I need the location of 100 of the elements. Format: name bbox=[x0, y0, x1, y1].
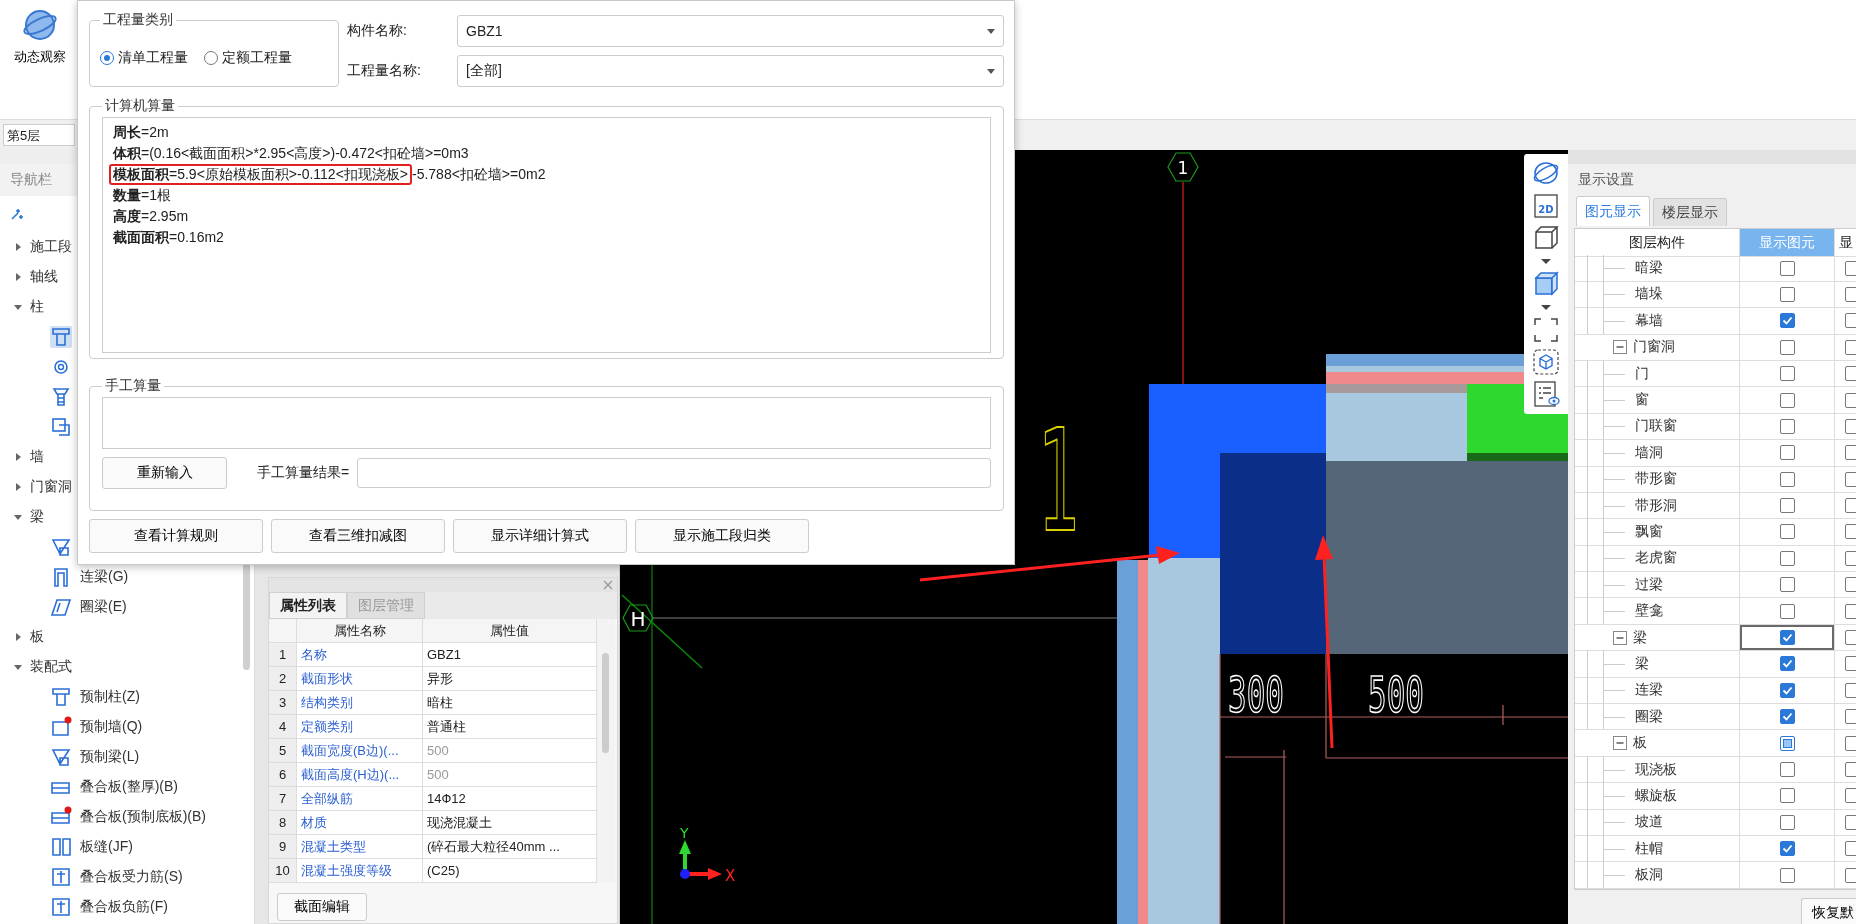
tree-label[interactable]: 连梁 bbox=[1575, 681, 1663, 700]
checkbox[interactable] bbox=[1779, 313, 1795, 329]
checkbox[interactable] bbox=[1779, 867, 1795, 883]
checkbox[interactable] bbox=[1845, 339, 1856, 355]
checkbox[interactable] bbox=[1779, 392, 1795, 408]
tree-label[interactable]: 坡道 bbox=[1575, 813, 1663, 832]
checkbox[interactable] bbox=[1845, 286, 1856, 302]
checkbox[interactable] bbox=[1845, 630, 1856, 646]
tree-label[interactable]: 现浇板 bbox=[1575, 760, 1677, 779]
parallelogram-icon[interactable] bbox=[50, 596, 72, 618]
checkbox[interactable] bbox=[1845, 682, 1856, 698]
checkbox[interactable] bbox=[1845, 550, 1856, 566]
tree-label[interactable]: 叠合板受力筋(S) bbox=[80, 868, 183, 886]
column-cap-icon[interactable] bbox=[50, 386, 72, 408]
checkbox[interactable] bbox=[1779, 630, 1795, 646]
checkbox[interactable] bbox=[1779, 656, 1795, 672]
orbit-view-button[interactable]: 动态观察 bbox=[10, 8, 70, 72]
checkbox[interactable] bbox=[1779, 709, 1795, 725]
radio-label[interactable]: 清单工程量 bbox=[118, 48, 188, 67]
tree-label[interactable]: 幕墙 bbox=[1575, 311, 1663, 330]
checkbox[interactable] bbox=[1845, 366, 1856, 382]
tree-label[interactable]: 墙 bbox=[30, 448, 44, 466]
checkbox[interactable] bbox=[1779, 524, 1795, 540]
tree-label[interactable]: 圈梁(E) bbox=[80, 598, 127, 616]
cube-icon[interactable] bbox=[1532, 224, 1560, 252]
stacked-squares-icon[interactable] bbox=[50, 416, 72, 438]
tree-label[interactable]: 叠合板负筋(F) bbox=[80, 898, 168, 916]
checkbox[interactable] bbox=[1779, 260, 1795, 276]
2d-view-button[interactable]: 2D bbox=[1533, 193, 1559, 219]
close-icon[interactable] bbox=[603, 580, 613, 590]
tree-label[interactable]: 门联窗 bbox=[1575, 417, 1677, 436]
checkbox[interactable] bbox=[1779, 550, 1795, 566]
dialog-button[interactable]: 查看计算规则 bbox=[89, 519, 263, 553]
checkbox[interactable] bbox=[1779, 682, 1795, 698]
checkbox[interactable] bbox=[1779, 735, 1795, 751]
checkbox[interactable] bbox=[1779, 498, 1795, 514]
checkbox[interactable] bbox=[1779, 339, 1795, 355]
checkbox[interactable] bbox=[1779, 286, 1795, 302]
checkbox[interactable] bbox=[1779, 577, 1795, 593]
tree-label[interactable]: 预制墙(Q) bbox=[80, 718, 143, 736]
section-edit-button[interactable]: 截面编辑 bbox=[277, 893, 367, 921]
tree-label[interactable]: 带形洞 bbox=[1575, 496, 1677, 515]
checkbox[interactable] bbox=[1779, 841, 1795, 857]
checkbox[interactable] bbox=[1845, 841, 1856, 857]
tree-label[interactable]: 板缝(JF) bbox=[80, 838, 133, 856]
dialog-button[interactable]: 显示施工段归类 bbox=[635, 519, 809, 553]
tree-label[interactable]: 壁龛 bbox=[1575, 602, 1663, 621]
floor-select[interactable]: 第5层 bbox=[3, 124, 75, 146]
checkbox[interactable] bbox=[1779, 418, 1795, 434]
checkbox[interactable] bbox=[1779, 471, 1795, 487]
solid-cube-icon[interactable] bbox=[1532, 270, 1560, 298]
checkbox[interactable] bbox=[1845, 392, 1856, 408]
checkbox[interactable] bbox=[1779, 788, 1795, 804]
checkbox[interactable] bbox=[1845, 260, 1856, 276]
beam-icon[interactable] bbox=[50, 536, 72, 558]
tree-label[interactable]: 柱 bbox=[30, 298, 44, 316]
restore-button[interactable]: 恢复默 bbox=[1801, 897, 1856, 924]
tree-label[interactable]: 梁 bbox=[1633, 628, 1647, 647]
checkbox[interactable] bbox=[1845, 524, 1856, 540]
checkbox[interactable] bbox=[1779, 445, 1795, 461]
tree-label[interactable]: 叠合板(整厚)(B) bbox=[80, 778, 178, 796]
scrollbar[interactable] bbox=[602, 653, 609, 753]
seam-icon[interactable] bbox=[50, 836, 72, 858]
checkbox[interactable] bbox=[1779, 366, 1795, 382]
tree-label[interactable]: 施工段 bbox=[30, 238, 72, 256]
checkbox[interactable] bbox=[1845, 471, 1856, 487]
radio-label[interactable]: 定额工程量 bbox=[222, 48, 292, 67]
checkbox[interactable] bbox=[1845, 788, 1856, 804]
tab[interactable]: 属性列表 bbox=[269, 592, 347, 619]
checkbox[interactable] bbox=[1845, 709, 1856, 725]
tree-label[interactable]: 梁 bbox=[1575, 654, 1649, 673]
checkbox[interactable] bbox=[1779, 603, 1795, 619]
tree-label[interactable]: 暗梁 bbox=[1575, 259, 1663, 278]
tree-label[interactable]: 板 bbox=[1633, 734, 1647, 753]
tree-label[interactable]: 预制梁(L) bbox=[80, 748, 140, 766]
input-field[interactable] bbox=[102, 397, 991, 449]
tree-label[interactable]: 轴线 bbox=[30, 268, 58, 286]
tree-label[interactable]: 圈梁 bbox=[1575, 707, 1663, 726]
tree-label[interactable]: 墙垛 bbox=[1575, 285, 1663, 304]
checkbox[interactable] bbox=[1845, 814, 1856, 830]
rebar-icon[interactable] bbox=[50, 896, 72, 918]
checkbox[interactable] bbox=[1845, 498, 1856, 514]
checkbox[interactable] bbox=[1845, 735, 1856, 751]
collapse-icon[interactable] bbox=[1613, 736, 1627, 751]
tree-label[interactable]: 门 bbox=[1575, 364, 1649, 383]
tree-label[interactable]: 墙洞 bbox=[1575, 443, 1663, 462]
dropdown[interactable]: GBZ1 bbox=[457, 15, 1004, 47]
tree-label[interactable]: 门窗洞 bbox=[1633, 338, 1675, 357]
tree-label[interactable]: 过梁 bbox=[1575, 575, 1663, 594]
collapse-icon[interactable] bbox=[1613, 340, 1627, 355]
tab[interactable]: 图元显示 bbox=[1576, 196, 1650, 226]
wall-icon[interactable] bbox=[50, 716, 72, 738]
checkbox[interactable] bbox=[1845, 313, 1856, 329]
result-field[interactable] bbox=[357, 458, 991, 488]
checkbox[interactable] bbox=[1845, 762, 1856, 777]
tree-label[interactable]: 带形窗 bbox=[1575, 470, 1677, 489]
checkbox[interactable] bbox=[1845, 603, 1856, 619]
tree-label[interactable]: 叠合板(预制底板)(B) bbox=[80, 808, 206, 826]
rebar-icon[interactable] bbox=[50, 866, 72, 888]
dialog-button[interactable]: 查看三维扣减图 bbox=[271, 519, 445, 553]
